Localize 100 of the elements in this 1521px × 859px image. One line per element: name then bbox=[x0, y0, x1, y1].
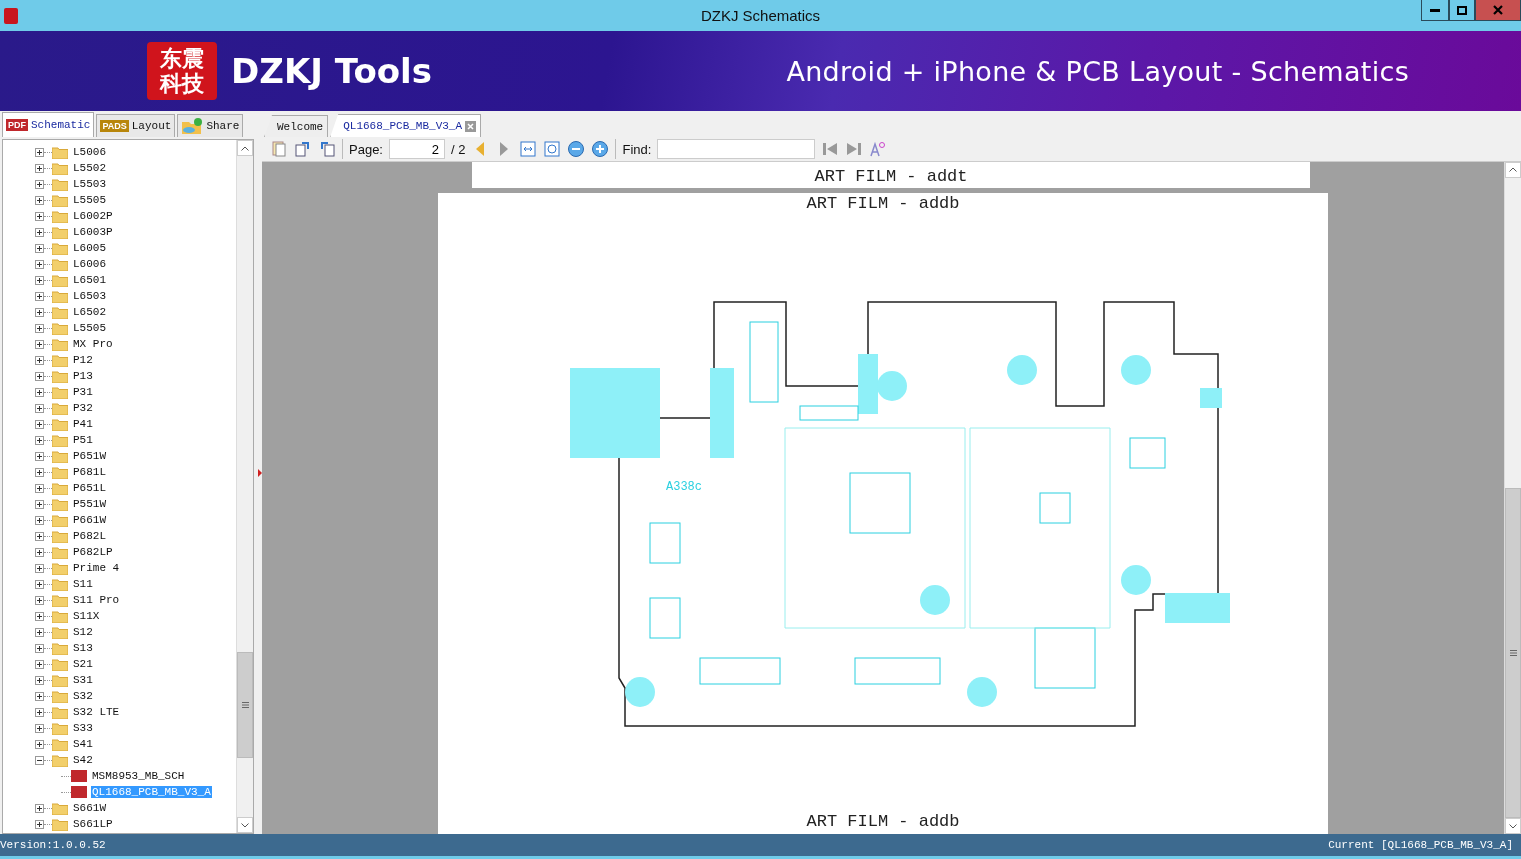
expand-icon[interactable] bbox=[35, 195, 44, 205]
scroll-up-button[interactable] bbox=[1505, 162, 1521, 178]
tree-item[interactable]: P41 bbox=[72, 418, 94, 430]
tree-item[interactable]: Prime 4 bbox=[72, 562, 121, 574]
page-field[interactable]: 2 bbox=[389, 139, 445, 159]
find-field[interactable] bbox=[657, 139, 816, 159]
expand-icon[interactable] bbox=[35, 147, 44, 157]
tree-item[interactable]: P682L bbox=[72, 530, 107, 542]
document-tab[interactable]: QL1668_PCB_MB_V3_A bbox=[330, 114, 482, 137]
expand-icon[interactable] bbox=[35, 803, 44, 813]
expand-icon[interactable] bbox=[35, 659, 44, 669]
expand-icon[interactable] bbox=[35, 451, 44, 461]
expand-icon[interactable] bbox=[35, 531, 44, 541]
panel-tab[interactable]: Share bbox=[177, 114, 244, 137]
expand-icon[interactable] bbox=[35, 243, 44, 253]
tree-item[interactable]: L5503 bbox=[72, 178, 107, 190]
expand-icon[interactable] bbox=[35, 483, 44, 493]
tree-item[interactable]: P661W bbox=[72, 514, 107, 526]
tree-item[interactable]: MSM8953_MB_SCH bbox=[91, 770, 186, 782]
tree-item[interactable]: S11X bbox=[72, 610, 101, 622]
expand-icon[interactable] bbox=[35, 467, 44, 477]
rotate-left-icon[interactable] bbox=[318, 140, 336, 158]
tree-item[interactable]: P31 bbox=[72, 386, 94, 398]
expand-icon[interactable] bbox=[35, 179, 44, 189]
expand-icon[interactable] bbox=[35, 227, 44, 237]
panel-tab[interactable]: PDF Schematic bbox=[2, 112, 95, 137]
tree-item[interactable]: MX Pro bbox=[72, 338, 114, 350]
tree-item[interactable]: L5006 bbox=[72, 146, 107, 158]
tree-item[interactable]: S31 bbox=[72, 674, 94, 686]
scrollbar-thumb[interactable] bbox=[237, 652, 253, 758]
expand-icon[interactable] bbox=[35, 371, 44, 381]
tree-item[interactable]: S11 bbox=[72, 578, 94, 590]
zoom-out-icon[interactable] bbox=[567, 140, 586, 158]
expand-icon[interactable] bbox=[35, 339, 44, 349]
tree-item[interactable]: S11 Pro bbox=[72, 594, 121, 606]
tree-item[interactable]: S32 bbox=[72, 690, 94, 702]
expand-icon[interactable] bbox=[35, 291, 44, 301]
tree-item[interactable]: P651L bbox=[72, 482, 107, 494]
expand-icon[interactable] bbox=[35, 211, 44, 221]
expand-icon[interactable] bbox=[35, 387, 44, 397]
document-tab[interactable]: Welcome bbox=[264, 115, 329, 137]
expand-icon[interactable] bbox=[35, 643, 44, 653]
rotate-right-icon[interactable] bbox=[294, 140, 312, 158]
tree-item[interactable]: S661LP bbox=[72, 818, 114, 830]
close-icon[interactable] bbox=[465, 120, 477, 132]
tree-item[interactable]: L6503 bbox=[72, 290, 107, 302]
expand-icon[interactable] bbox=[35, 259, 44, 269]
tree-item[interactable]: L6005 bbox=[72, 242, 107, 254]
tree-item[interactable]: P13 bbox=[72, 370, 94, 382]
scroll-down-button[interactable] bbox=[1505, 818, 1521, 834]
expand-icon[interactable] bbox=[35, 323, 44, 333]
expand-icon[interactable] bbox=[35, 499, 44, 509]
tree-item[interactable]: S12 bbox=[72, 626, 94, 638]
expand-icon[interactable] bbox=[35, 547, 44, 557]
tree-item[interactable]: S32 LTE bbox=[72, 706, 121, 718]
maximize-button[interactable] bbox=[1449, 0, 1475, 21]
expand-icon[interactable] bbox=[35, 739, 44, 749]
tree-item[interactable]: L6003P bbox=[72, 226, 114, 238]
tree-item[interactable]: L6006 bbox=[72, 258, 107, 270]
tree-item[interactable]: L6502 bbox=[72, 306, 107, 318]
expand-icon[interactable] bbox=[35, 307, 44, 317]
expand-icon[interactable] bbox=[35, 723, 44, 733]
tree-item[interactable]: S33 bbox=[72, 722, 94, 734]
tree-item[interactable]: L6501 bbox=[72, 274, 107, 286]
tree-item[interactable]: L5505 bbox=[72, 322, 107, 334]
expand-icon[interactable] bbox=[35, 419, 44, 429]
panel-tab[interactable]: PADS Layout bbox=[96, 114, 176, 137]
tree-item[interactable]: P51 bbox=[72, 434, 94, 446]
collapse-icon[interactable] bbox=[35, 755, 44, 765]
tree-item[interactable]: L5505 bbox=[72, 194, 107, 206]
expand-icon[interactable] bbox=[35, 675, 44, 685]
splitter-arrow-icon[interactable] bbox=[258, 468, 262, 477]
expand-icon[interactable] bbox=[35, 595, 44, 605]
tree-item[interactable]: P651W bbox=[72, 450, 107, 462]
tree-item[interactable]: L6002P bbox=[72, 210, 114, 222]
fit-page-icon[interactable] bbox=[543, 140, 562, 158]
tree-item[interactable]: S42 bbox=[72, 754, 94, 766]
tree-item[interactable]: S13 bbox=[72, 642, 94, 654]
zoom-in-icon[interactable] bbox=[591, 140, 610, 158]
scroll-down-button[interactable] bbox=[237, 817, 253, 833]
minimize-button[interactable] bbox=[1421, 0, 1449, 21]
fit-width-icon[interactable] bbox=[519, 140, 538, 158]
scroll-up-button[interactable] bbox=[237, 140, 253, 156]
expand-icon[interactable] bbox=[35, 275, 44, 285]
close-button[interactable] bbox=[1475, 0, 1521, 21]
expand-icon[interactable] bbox=[35, 435, 44, 445]
tree-item[interactable]: S21 bbox=[72, 658, 94, 670]
scrollbar-thumb[interactable] bbox=[1505, 487, 1521, 819]
tree-item[interactable]: S41 bbox=[72, 738, 94, 750]
expand-icon[interactable] bbox=[35, 579, 44, 589]
tree-item[interactable]: P32 bbox=[72, 402, 94, 414]
expand-icon[interactable] bbox=[35, 627, 44, 637]
expand-icon[interactable] bbox=[35, 611, 44, 621]
expand-icon[interactable] bbox=[35, 355, 44, 365]
tree-item[interactable]: L5502 bbox=[72, 162, 107, 174]
expand-icon[interactable] bbox=[35, 515, 44, 525]
expand-icon[interactable] bbox=[35, 563, 44, 573]
tree-item[interactable]: P681L bbox=[72, 466, 107, 478]
tree-item[interactable]: P12 bbox=[72, 354, 94, 366]
text-style-icon[interactable] bbox=[869, 140, 888, 158]
